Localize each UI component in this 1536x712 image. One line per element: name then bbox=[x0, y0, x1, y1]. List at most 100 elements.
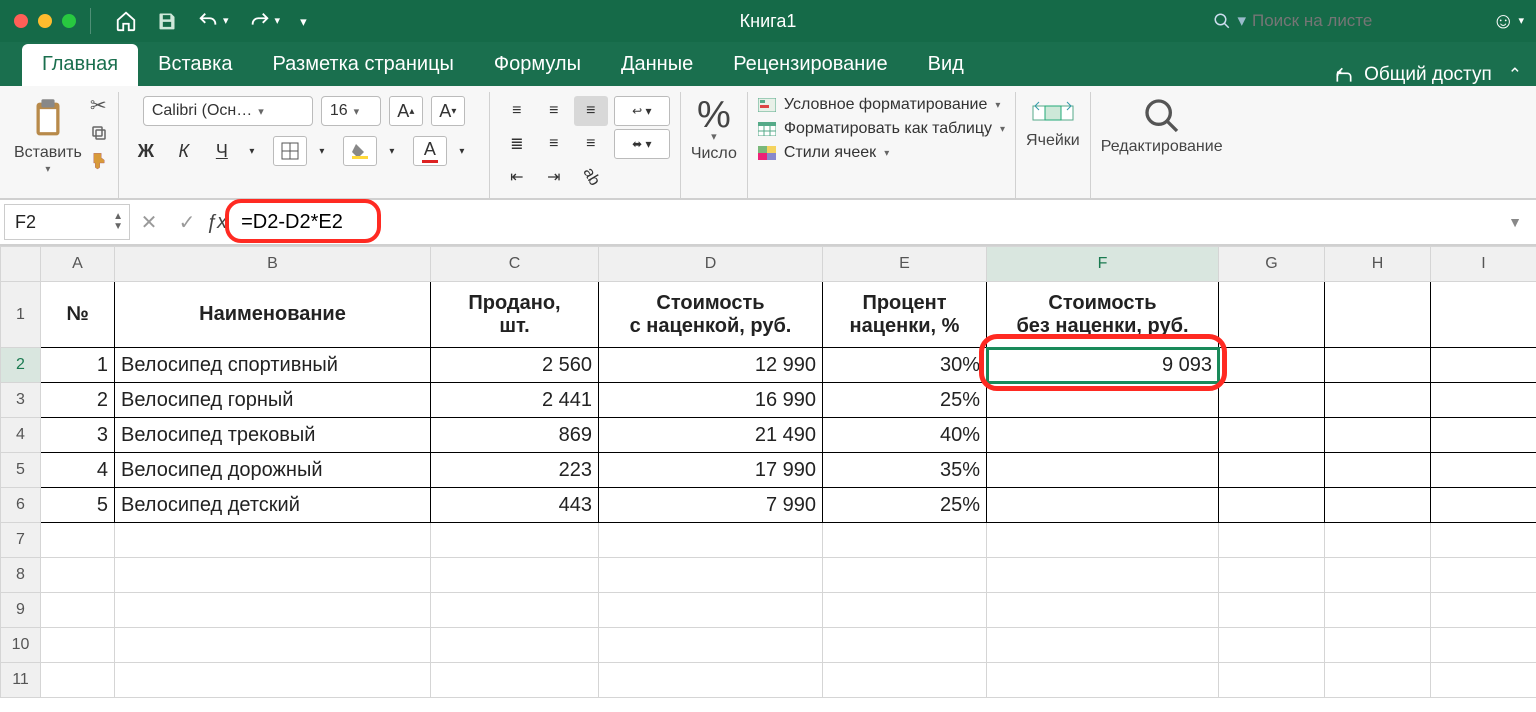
cell-I2[interactable] bbox=[1431, 348, 1536, 383]
search-box[interactable]: ▾ bbox=[1203, 11, 1472, 31]
tab-view[interactable]: Вид bbox=[908, 44, 984, 86]
cell-H8[interactable] bbox=[1325, 558, 1431, 593]
cell-H6[interactable] bbox=[1325, 488, 1431, 523]
bold-button[interactable]: Ж bbox=[129, 136, 163, 166]
cell-C10[interactable] bbox=[431, 628, 599, 663]
font-color-button[interactable]: А bbox=[413, 136, 447, 166]
cell-A1[interactable]: № bbox=[41, 282, 115, 348]
zoom-window-button[interactable] bbox=[62, 14, 76, 28]
cell-H4[interactable] bbox=[1325, 418, 1431, 453]
cell-C1[interactable]: Продано,шт. bbox=[431, 282, 599, 348]
paste-button[interactable]: Вставить ▾ bbox=[14, 96, 82, 175]
row-header-9[interactable]: 9 bbox=[1, 593, 41, 628]
cell-F2[interactable]: 9 093 bbox=[987, 348, 1219, 383]
accept-formula-button[interactable]: ✓ bbox=[168, 210, 206, 235]
feedback-icon[interactable]: ☺ bbox=[1492, 8, 1514, 34]
expand-formula-bar-icon[interactable]: ▼ bbox=[1508, 214, 1522, 230]
row-header-11[interactable]: 11 bbox=[1, 663, 41, 698]
tab-formulas[interactable]: Формулы bbox=[474, 44, 601, 86]
cell-I8[interactable] bbox=[1431, 558, 1536, 593]
tab-insert[interactable]: Вставка bbox=[138, 44, 252, 86]
cell-H2[interactable] bbox=[1325, 348, 1431, 383]
cell-D11[interactable] bbox=[599, 663, 823, 698]
formula-input[interactable] bbox=[231, 207, 391, 238]
cell-G4[interactable] bbox=[1219, 418, 1325, 453]
qat-customize-icon[interactable]: ▾ bbox=[300, 15, 307, 28]
cell-D2[interactable]: 12 990 bbox=[599, 348, 823, 383]
cell-H1[interactable] bbox=[1325, 282, 1431, 348]
font-name-select[interactable]: Calibri (Осн…▾ bbox=[143, 96, 313, 126]
undo-dropdown-icon[interactable]: ▾ bbox=[223, 16, 229, 27]
grow-font-button[interactable]: A▴ bbox=[389, 96, 423, 126]
tab-layout[interactable]: Разметка страницы bbox=[252, 44, 473, 86]
paste-dropdown-icon[interactable]: ▾ bbox=[45, 164, 50, 175]
cell-G8[interactable] bbox=[1219, 558, 1325, 593]
cell-B3[interactable]: Велосипед горный bbox=[115, 383, 431, 418]
cell-B4[interactable]: Велосипед трековый bbox=[115, 418, 431, 453]
align-left-button[interactable]: ≣ bbox=[500, 129, 534, 159]
col-header-C[interactable]: C bbox=[431, 247, 599, 282]
row-header-5[interactable]: 5 bbox=[1, 453, 41, 488]
row-header-6[interactable]: 6 bbox=[1, 488, 41, 523]
decrease-indent-button[interactable]: ⇤ bbox=[500, 162, 534, 192]
cell-B1[interactable]: Наименование bbox=[115, 282, 431, 348]
cell-A8[interactable] bbox=[41, 558, 115, 593]
cell-I10[interactable] bbox=[1431, 628, 1536, 663]
fill-color-button[interactable] bbox=[343, 136, 377, 166]
cell-F9[interactable] bbox=[987, 593, 1219, 628]
row-header-1[interactable]: 1 bbox=[1, 282, 41, 348]
copy-icon[interactable] bbox=[90, 124, 108, 142]
cell-A2[interactable]: 1 bbox=[41, 348, 115, 383]
name-box[interactable]: F2 ▲▼ bbox=[4, 204, 130, 240]
cell-C11[interactable] bbox=[431, 663, 599, 698]
cell-A6[interactable]: 5 bbox=[41, 488, 115, 523]
col-header-G[interactable]: G bbox=[1219, 247, 1325, 282]
row-header-7[interactable]: 7 bbox=[1, 523, 41, 558]
cell-H3[interactable] bbox=[1325, 383, 1431, 418]
cell-B2[interactable]: Велосипед спортивный bbox=[115, 348, 431, 383]
cell-B10[interactable] bbox=[115, 628, 431, 663]
cells-button[interactable]: Ячейки bbox=[1026, 96, 1080, 150]
cell-I9[interactable] bbox=[1431, 593, 1536, 628]
cell-E9[interactable] bbox=[823, 593, 987, 628]
cell-F1[interactable]: Стоимостьбез наценки, руб. bbox=[987, 282, 1219, 348]
cell-F3[interactable] bbox=[987, 383, 1219, 418]
cell-D5[interactable]: 17 990 bbox=[599, 453, 823, 488]
col-header-A[interactable]: A bbox=[41, 247, 115, 282]
cell-G2[interactable] bbox=[1219, 348, 1325, 383]
cell-F11[interactable] bbox=[987, 663, 1219, 698]
cell-C4[interactable]: 869 bbox=[431, 418, 599, 453]
cell-F7[interactable] bbox=[987, 523, 1219, 558]
cell-C8[interactable] bbox=[431, 558, 599, 593]
fill-dropdown-icon[interactable]: ▾ bbox=[375, 136, 409, 166]
minimize-window-button[interactable] bbox=[38, 14, 52, 28]
cell-G11[interactable] bbox=[1219, 663, 1325, 698]
cell-C6[interactable]: 443 bbox=[431, 488, 599, 523]
col-header-D[interactable]: D bbox=[599, 247, 823, 282]
format-as-table-button[interactable]: Форматировать как таблицу ▾ bbox=[758, 120, 1005, 138]
cell-C7[interactable] bbox=[431, 523, 599, 558]
cell-F10[interactable] bbox=[987, 628, 1219, 663]
cell-A9[interactable] bbox=[41, 593, 115, 628]
namebox-down-icon[interactable]: ▼ bbox=[113, 222, 123, 232]
cell-E7[interactable] bbox=[823, 523, 987, 558]
italic-button[interactable]: К bbox=[167, 136, 201, 166]
cell-E3[interactable]: 25% bbox=[823, 383, 987, 418]
editing-button[interactable]: Редактирование bbox=[1101, 96, 1223, 156]
cell-I5[interactable] bbox=[1431, 453, 1536, 488]
cell-D7[interactable] bbox=[599, 523, 823, 558]
feedback-dropdown-icon[interactable]: ▾ bbox=[1518, 16, 1524, 27]
conditional-formatting-button[interactable]: Условное форматирование ▾ bbox=[758, 96, 1005, 114]
fx-icon[interactable]: ƒx bbox=[206, 211, 227, 234]
cell-G1[interactable] bbox=[1219, 282, 1325, 348]
row-header-10[interactable]: 10 bbox=[1, 628, 41, 663]
cell-I7[interactable] bbox=[1431, 523, 1536, 558]
home-icon[interactable] bbox=[115, 10, 137, 32]
cell-C2[interactable]: 2 560 bbox=[431, 348, 599, 383]
save-icon[interactable] bbox=[157, 11, 177, 31]
cell-D8[interactable] bbox=[599, 558, 823, 593]
cell-H11[interactable] bbox=[1325, 663, 1431, 698]
cell-F4[interactable] bbox=[987, 418, 1219, 453]
merge-button[interactable]: ⬌ ▾ bbox=[614, 129, 670, 159]
cell-E2[interactable]: 30% bbox=[823, 348, 987, 383]
